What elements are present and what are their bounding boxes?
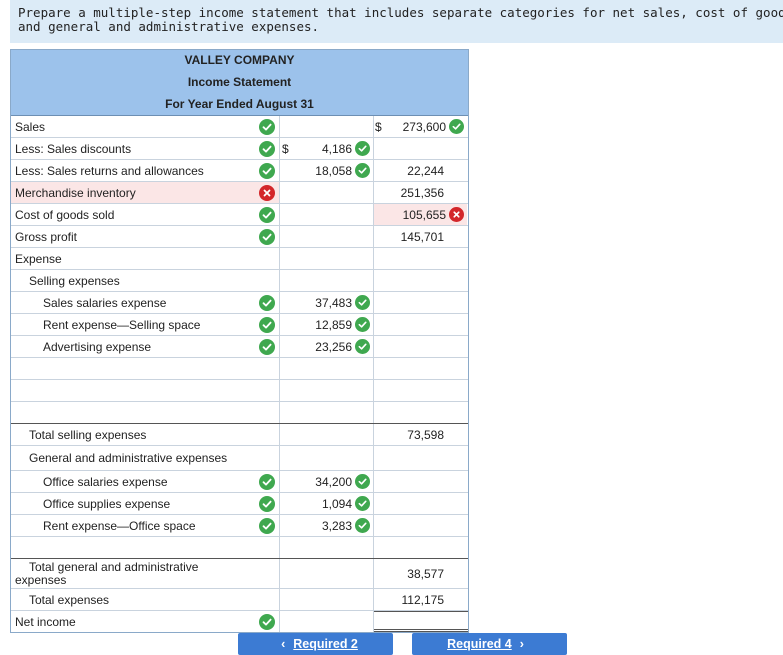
- row-net-income: Net income: [11, 611, 468, 632]
- label-total-expenses: Total expenses: [29, 592, 110, 607]
- row-sales-salaries: Sales salaries expense 37,483: [11, 292, 468, 314]
- check-icon: [355, 496, 370, 511]
- row-general-admin: General and administrative expenses: [11, 446, 468, 471]
- row-selling-expenses: Selling expenses: [11, 270, 468, 292]
- row-expense: Expense: [11, 248, 468, 270]
- input-sales-salaries[interactable]: 37,483: [315, 292, 370, 313]
- statement-period: For Year Ended August 31: [11, 94, 468, 116]
- input-merchandise-inventory[interactable]: 251,356: [401, 182, 444, 203]
- income-statement-worksheet: VALLEY COMPANY Income Statement For Year…: [10, 49, 469, 633]
- check-icon: [259, 295, 275, 311]
- row-office-supplies: Office supplies expense 1,094: [11, 493, 468, 515]
- label-net-income[interactable]: Net income: [15, 611, 76, 632]
- company-name: VALLEY COMPANY: [11, 50, 468, 72]
- row-rent-office: Rent expense—Office space 3,283: [11, 515, 468, 537]
- row-sales: Sales $ 273,600: [11, 116, 468, 138]
- label-rent-selling[interactable]: Rent expense—Selling space: [43, 314, 200, 335]
- row-advertising: Advertising expense 23,256: [11, 336, 468, 358]
- label-rent-office[interactable]: Rent expense—Office space: [43, 515, 196, 536]
- prev-required-button[interactable]: ‹ Required 2: [238, 633, 393, 655]
- check-icon: [355, 518, 370, 533]
- input-office-salaries[interactable]: 34,200: [315, 471, 370, 492]
- label-sales-discounts[interactable]: Less: Sales discounts: [15, 138, 131, 159]
- input-gross-profit[interactable]: 145,701: [401, 226, 444, 247]
- check-icon: [355, 141, 370, 156]
- check-icon: [259, 163, 275, 179]
- label-total-selling: Total selling expenses: [29, 427, 147, 442]
- check-icon: [355, 163, 370, 178]
- row-merchandise-inventory: Merchandise inventory 251,356: [11, 182, 468, 204]
- input-sales[interactable]: 273,600: [403, 116, 464, 137]
- label-sales[interactable]: Sales: [15, 116, 45, 137]
- row-total-selling: Total selling expenses 73,598: [11, 423, 468, 446]
- row-empty: [11, 402, 468, 424]
- check-icon: [355, 295, 370, 310]
- input-sales-discounts[interactable]: 4,186: [322, 138, 370, 159]
- row-empty: [11, 380, 468, 402]
- label-expense: Expense: [15, 251, 62, 266]
- check-icon: [259, 518, 275, 534]
- input-rent-office[interactable]: 3,283: [322, 515, 370, 536]
- row-sales-discounts: Less: Sales discounts $ 4,186: [11, 138, 468, 160]
- input-net-reductions[interactable]: 22,244: [407, 160, 444, 181]
- prompt-line-2: and general and administrative expenses.: [18, 19, 320, 34]
- prompt-line-1: Prepare a multiple-step income statement…: [18, 5, 783, 20]
- row-sales-returns: Less: Sales returns and allowances 18,05…: [11, 160, 468, 182]
- input-advertising[interactable]: 23,256: [315, 336, 370, 357]
- label-sales-returns[interactable]: Less: Sales returns and allowances: [15, 160, 204, 181]
- check-icon: [259, 474, 275, 490]
- check-icon: [259, 317, 275, 333]
- check-icon: [355, 339, 370, 354]
- label-cost-of-goods-sold[interactable]: Cost of goods sold: [15, 204, 114, 225]
- input-sales-returns[interactable]: 18,058: [315, 160, 370, 181]
- chevron-left-icon: ‹: [281, 637, 286, 651]
- check-icon: [259, 141, 275, 157]
- check-icon: [259, 339, 275, 355]
- row-gross-profit: Gross profit 145,701: [11, 226, 468, 248]
- label-merchandise-inventory[interactable]: Merchandise inventory: [15, 182, 136, 203]
- row-empty: [11, 358, 468, 380]
- x-icon: [259, 185, 275, 201]
- question-prompt: Prepare a multiple-step income statement…: [10, 0, 783, 43]
- label-selling-expenses: Selling expenses: [29, 273, 120, 288]
- check-icon: [259, 229, 275, 245]
- row-rent-selling: Rent expense—Selling space 12,859: [11, 314, 468, 336]
- check-icon: [259, 496, 275, 512]
- check-icon: [259, 614, 275, 630]
- input-total-selling[interactable]: 73,598: [407, 424, 444, 445]
- input-rent-selling[interactable]: 12,859: [315, 314, 370, 335]
- row-total-expenses: Total expenses 112,175: [11, 589, 468, 611]
- label-total-general-admin: Total general and administrative expense…: [15, 560, 199, 587]
- label-office-salaries[interactable]: Office salaries expense: [43, 471, 168, 492]
- input-office-supplies[interactable]: 1,094: [322, 493, 370, 514]
- label-general-admin: General and administrative expenses: [29, 451, 228, 465]
- row-cost-of-goods-sold: Cost of goods sold 105,655: [11, 204, 468, 226]
- check-icon: [355, 474, 370, 489]
- row-total-general-admin: Total general and administrative expense…: [11, 558, 468, 589]
- input-total-general-admin[interactable]: 38,577: [407, 559, 444, 588]
- currency-sales: $: [375, 119, 382, 134]
- check-icon: [355, 317, 370, 332]
- chevron-right-icon: ›: [519, 637, 524, 651]
- currency-discounts: $: [282, 141, 289, 156]
- label-office-supplies[interactable]: Office supplies expense: [43, 493, 170, 514]
- row-office-salaries: Office salaries expense 34,200: [11, 471, 468, 493]
- label-sales-salaries[interactable]: Sales salaries expense: [43, 292, 166, 313]
- check-icon: [259, 207, 275, 223]
- input-total-expenses[interactable]: 112,175: [402, 589, 445, 610]
- statement-title: Income Statement: [11, 72, 468, 94]
- x-icon: [449, 207, 464, 222]
- check-icon: [449, 119, 464, 134]
- label-advertising[interactable]: Advertising expense: [43, 336, 151, 357]
- input-net-income[interactable]: [374, 611, 468, 632]
- row-empty: [11, 537, 468, 559]
- label-gross-profit[interactable]: Gross profit: [15, 226, 77, 247]
- next-required-button[interactable]: Required 4 ›: [412, 633, 567, 655]
- input-cost-of-goods-sold[interactable]: 105,655: [403, 204, 464, 225]
- check-icon: [259, 119, 275, 135]
